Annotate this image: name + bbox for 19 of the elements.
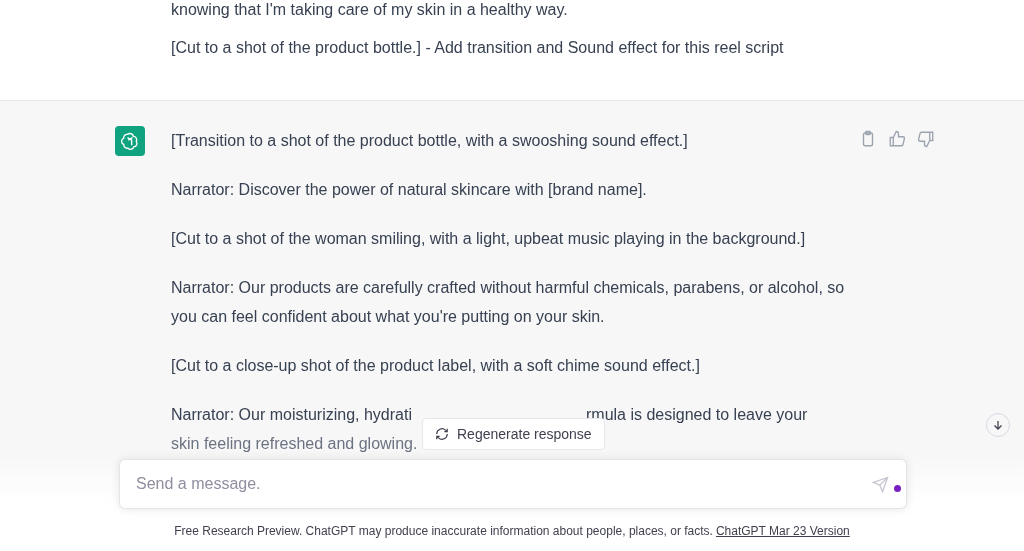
message-text: Narrator: Our moisturizing, hydrati — [171, 405, 412, 425]
message-text: Narrator: Our products are carefully crafted without harmful chemicals, parabens, or alcohol, so you can feel confident about what you're putting on your skin. — [171, 278, 846, 327]
regenerate-button[interactable]: Regenerate response — [422, 418, 605, 450]
message-text: knowing that I'm taking care of my skin in a healthy way. — [171, 0, 569, 20]
message-text: skin feeling refreshed and glowing. — [171, 434, 418, 454]
version-link[interactable]: ChatGPT Mar 23 Version — [715, 522, 850, 540]
message-input[interactable]: Send a message. — [119, 459, 907, 509]
message-text: [Transition to a shot of the product bottle, with a swooshing sound effect.] — [171, 131, 689, 151]
message-text: [Cut to a close-up shot of the product label, with a soft chime sound effect.] — [171, 356, 701, 376]
arrow-down-icon — [992, 419, 1004, 431]
thumbs-up-icon[interactable] — [888, 130, 906, 148]
message-text: [Cut to a shot of the product bottle.] - Add transition and Sound effect for this reel script — [171, 38, 785, 58]
footer-text: Free Research Preview. ChatGPT may produce inaccurate information about people, places, or facts. — [174, 523, 713, 540]
message-text: [Cut to a shot of the woman smiling, with a light, upbeat music playing in the background.] — [171, 229, 807, 249]
message-text: Narrator: Discover the power of natural skincare with [brand name]. — [171, 180, 648, 200]
refresh-icon — [435, 427, 449, 441]
scroll-down-button[interactable] — [986, 413, 1010, 437]
thumbs-down-icon[interactable] — [917, 130, 935, 148]
send-icon[interactable] — [872, 476, 889, 493]
